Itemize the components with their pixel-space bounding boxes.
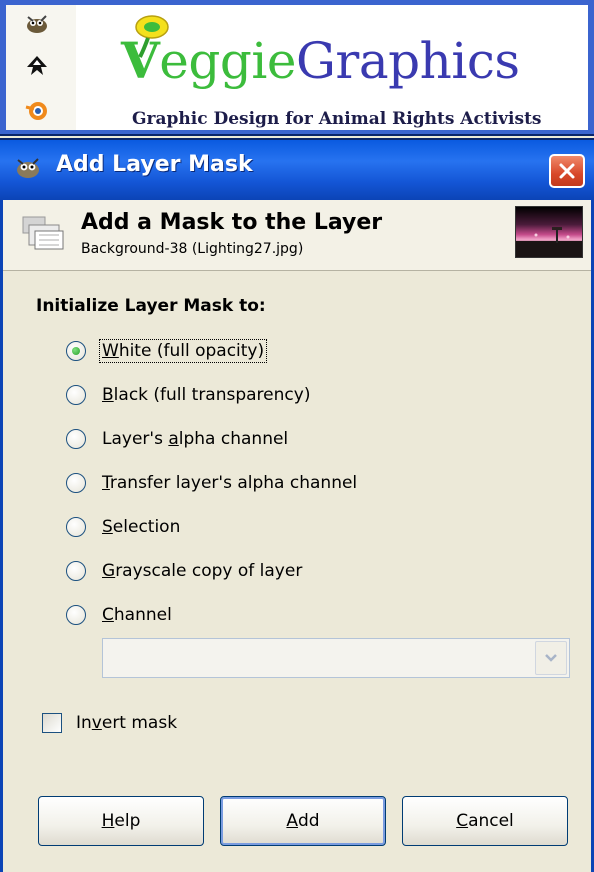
label-post: elp bbox=[114, 811, 141, 831]
radio-button[interactable] bbox=[66, 429, 86, 449]
label-post: ransfer layer's alpha channel bbox=[109, 473, 358, 493]
logo-wordmark: VeggieGraphics bbox=[121, 31, 520, 90]
blender-icon[interactable] bbox=[24, 97, 50, 123]
help-button[interactable]: Help bbox=[38, 796, 204, 846]
window-titlebar[interactable]: Add Layer Mask bbox=[0, 138, 594, 200]
option-white[interactable]: White (full opacity) bbox=[66, 338, 268, 364]
app-icon-column bbox=[6, 5, 76, 130]
logo-word-second: Graphics bbox=[295, 32, 520, 90]
mnemonic-letter: A bbox=[286, 811, 299, 831]
option-label: Selection bbox=[100, 516, 182, 538]
radio-button[interactable] bbox=[66, 473, 86, 493]
channel-combo[interactable] bbox=[102, 638, 570, 678]
mnemonic-letter: C bbox=[102, 605, 114, 625]
logo-word-rest: eggie bbox=[159, 32, 296, 90]
mnemonic-letter: C bbox=[456, 811, 469, 831]
option-label: Grayscale copy of layer bbox=[100, 560, 304, 582]
option-label: Layer's alpha channel bbox=[100, 428, 290, 450]
add-button[interactable]: Add bbox=[220, 796, 386, 846]
label-post: rayscale copy of layer bbox=[115, 561, 303, 581]
radio-button[interactable] bbox=[66, 385, 86, 405]
label-post: hannel bbox=[113, 605, 172, 625]
label-pre: Layer's bbox=[102, 429, 169, 449]
option-transfer-alpha[interactable]: Transfer layer's alpha channel bbox=[66, 470, 359, 496]
mnemonic-letter: B bbox=[102, 385, 114, 405]
gimp-icon[interactable] bbox=[24, 11, 50, 37]
option-channel[interactable]: Channel bbox=[66, 602, 174, 628]
cancel-button[interactable]: Cancel bbox=[402, 796, 568, 846]
option-alpha-channel[interactable]: Layer's alpha channel bbox=[66, 426, 290, 452]
option-label: White (full opacity) bbox=[98, 339, 268, 363]
radio-button[interactable] bbox=[66, 517, 86, 537]
inkscape-icon[interactable] bbox=[24, 53, 50, 79]
mnemonic-letter: T bbox=[102, 473, 110, 493]
mnemonic-letter: S bbox=[102, 517, 113, 537]
mnemonic-letter: G bbox=[102, 561, 116, 581]
veggie-graphics-banner: VeggieGraphics Graphic Design for Animal… bbox=[0, 0, 594, 136]
section-label: Initialize Layer Mask to: bbox=[36, 296, 266, 316]
close-button[interactable] bbox=[549, 154, 585, 188]
label-post: lack (full transparency) bbox=[113, 385, 311, 405]
invert-mask-checkbox[interactable] bbox=[42, 713, 62, 733]
label-post: ert mask bbox=[101, 713, 178, 733]
option-label: Black (full transparency) bbox=[100, 384, 312, 406]
window-title: Add Layer Mask bbox=[56, 152, 253, 177]
option-black[interactable]: Black (full transparency) bbox=[66, 382, 312, 408]
label-post: dd bbox=[298, 811, 320, 831]
label-post: election bbox=[112, 517, 181, 537]
label-pre: In bbox=[76, 713, 92, 733]
channel-combo-dropdown-button[interactable] bbox=[535, 641, 567, 675]
dialog-heading: Add a Mask to the Layer bbox=[81, 210, 383, 235]
label-post: ancel bbox=[468, 811, 514, 831]
mnemonic-letter: W bbox=[102, 341, 119, 361]
close-icon bbox=[559, 163, 575, 179]
thumbnail-image bbox=[516, 227, 582, 257]
layer-thumbnail bbox=[515, 206, 583, 258]
invert-mask-label: Invert mask bbox=[76, 713, 177, 733]
radio-button[interactable] bbox=[66, 561, 86, 581]
label-post: lpha channel bbox=[178, 429, 289, 449]
banner-content: VeggieGraphics Graphic Design for Animal… bbox=[6, 5, 588, 130]
option-label: Channel bbox=[100, 604, 174, 626]
layer-mask-icon bbox=[22, 216, 64, 250]
mnemonic-letter: a bbox=[168, 429, 179, 449]
mnemonic-letter: v bbox=[91, 713, 102, 733]
mnemonic-letter: H bbox=[101, 811, 115, 831]
option-grayscale-copy[interactable]: Grayscale copy of layer bbox=[66, 558, 304, 584]
gimp-icon bbox=[17, 158, 39, 178]
label-post: hite (full opacity) bbox=[118, 341, 265, 361]
option-selection[interactable]: Selection bbox=[66, 514, 182, 540]
layer-name: Background-38 (Lighting27.jpg) bbox=[81, 241, 304, 257]
invert-mask-option[interactable]: Invert mask bbox=[42, 713, 177, 733]
logo-initial: V bbox=[121, 31, 160, 90]
radio-button[interactable] bbox=[66, 341, 86, 361]
banner-tagline: Graphic Design for Animal Rights Activis… bbox=[132, 109, 542, 129]
chevron-down-icon bbox=[545, 654, 557, 662]
dialog-header: Add a Mask to the Layer Background-38 (L… bbox=[3, 200, 591, 271]
option-label: Transfer layer's alpha channel bbox=[100, 472, 359, 494]
radio-button[interactable] bbox=[66, 605, 86, 625]
window-border-left bbox=[0, 200, 3, 872]
